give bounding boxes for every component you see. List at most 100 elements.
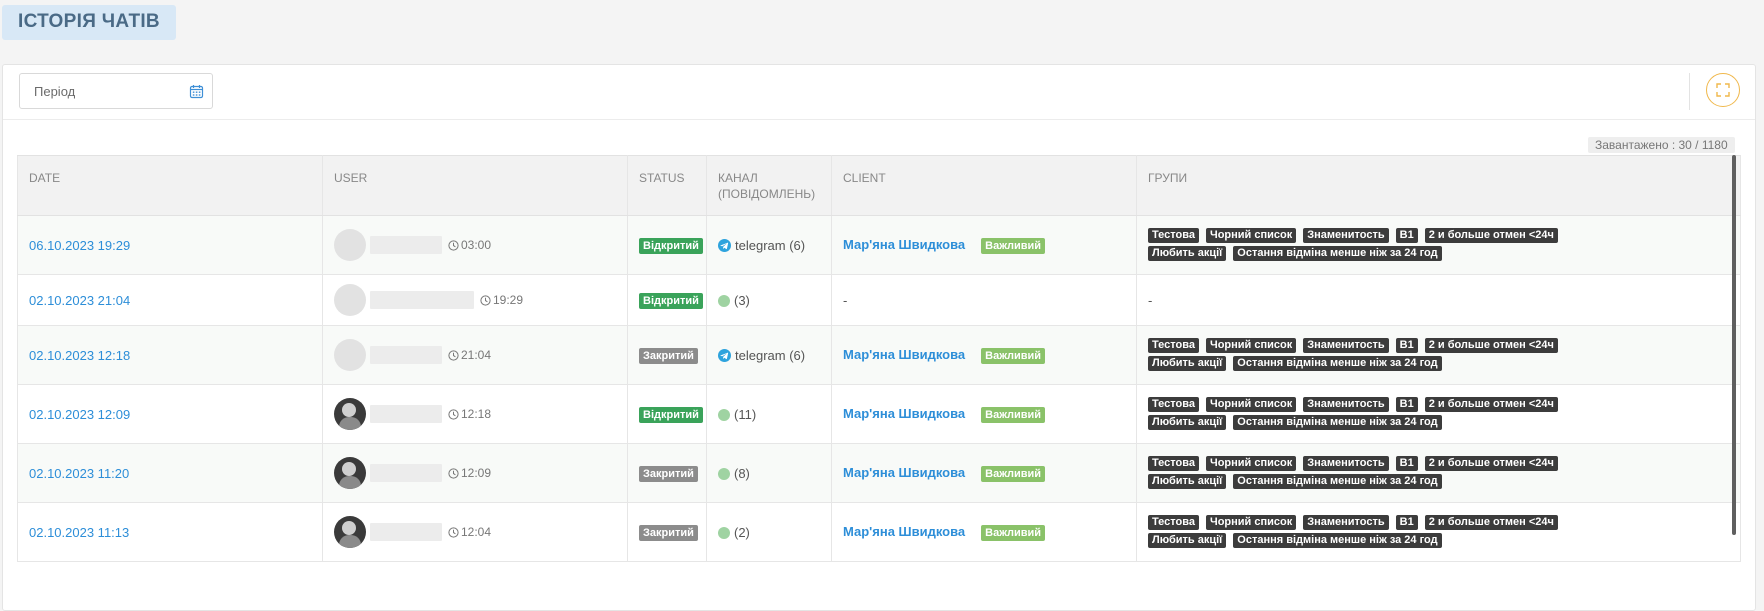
- date-link[interactable]: 02.10.2023 11:13: [29, 525, 129, 540]
- channel-cell: (3): [706, 274, 832, 326]
- group-tag: Остання відміна менше ніж за 24 год: [1233, 415, 1442, 430]
- group-tag: Знаменитость: [1303, 456, 1389, 471]
- group-tag: Знаменитость: [1303, 338, 1389, 353]
- client-tag-badge: Важливий: [981, 347, 1046, 364]
- date-link[interactable]: 02.10.2023 11:20: [29, 466, 129, 481]
- table-row[interactable]: 02.10.2023 21:04 19:29 Відкритий (3) - -: [17, 274, 1741, 326]
- groups-cell: Тестова Чорний список Знаменитость В1 2 и бо…: [1136, 215, 1741, 275]
- client-link[interactable]: Мар'яна Швидкова: [843, 465, 965, 480]
- group-tag: В1: [1395, 397, 1418, 412]
- fullscreen-button[interactable]: [1706, 73, 1740, 107]
- status-cell: Відкритий: [627, 215, 707, 275]
- status-badge: Відкритий: [639, 237, 703, 254]
- client-cell: Мар'яна Швидкова Важливий: [831, 443, 1137, 503]
- table-row[interactable]: 02.10.2023 12:09 12:18 Відкритий (11) Мар'ян…: [17, 384, 1741, 444]
- fullscreen-icon: [1716, 83, 1730, 97]
- duration-text: 21:04: [461, 348, 492, 362]
- group-tag: 2 и больше отмен <24ч: [1424, 515, 1558, 530]
- group-tags: Тестова Чорний список Знаменитость В1 2 и бо…: [1148, 454, 1729, 492]
- col-user[interactable]: USER: [322, 155, 628, 216]
- client-link[interactable]: Мар'яна Швидкова: [843, 237, 965, 252]
- col-channel[interactable]: КАНАЛ (ПОВІДОМЛЕНЬ): [706, 155, 832, 216]
- group-tag: 2 и больше отмен <24ч: [1424, 397, 1558, 412]
- user-cell: 12:09: [322, 443, 628, 503]
- user-cell: 03:00: [322, 215, 628, 275]
- avatar: [334, 398, 366, 430]
- user-name-redacted: [370, 291, 474, 309]
- period-filter[interactable]: [19, 73, 213, 109]
- table-header: DATE USER STATUS КАНАЛ (ПОВІДОМЛЕНЬ) CLI…: [17, 155, 1741, 216]
- channel-text: (2): [734, 525, 750, 541]
- col-client[interactable]: CLIENT: [831, 155, 1137, 216]
- group-tag: Тестова: [1148, 397, 1199, 412]
- user-cell: 21:04: [322, 325, 628, 385]
- client-tag-badge: Важливий: [981, 524, 1046, 541]
- toolbar: [3, 65, 1755, 120]
- group-tag: Тестова: [1148, 515, 1199, 530]
- group-tag: Знаменитость: [1303, 228, 1389, 243]
- groups-cell: Тестова Чорний список Знаменитость В1 2 и бо…: [1136, 325, 1741, 385]
- group-tag: 2 и больше отмен <24ч: [1424, 456, 1558, 471]
- channel-cell: telegram (6): [706, 325, 832, 385]
- avatar: [334, 339, 366, 371]
- loaded-counter: Завантажено : 30 / 1180: [1588, 137, 1735, 153]
- group-tags: Тестова Чорний список Знаменитость В1 2 и бо…: [1148, 513, 1729, 551]
- channel-cell: (2): [706, 502, 832, 562]
- channel-cell: (11): [706, 384, 832, 444]
- channel-cell: telegram (6): [706, 215, 832, 275]
- date-link[interactable]: 02.10.2023 12:18: [29, 348, 130, 363]
- clock-icon: [448, 408, 459, 420]
- avatar: [334, 229, 366, 261]
- group-tag: Любить акції: [1148, 246, 1227, 261]
- groups-cell: Тестова Чорний список Знаменитость В1 2 и бо…: [1136, 502, 1741, 562]
- groups-empty: -: [1148, 292, 1153, 308]
- client-link[interactable]: Мар'яна Швидкова: [843, 347, 965, 362]
- group-tag: 2 и больше отмен <24ч: [1424, 338, 1558, 353]
- group-tag: Любить акції: [1148, 474, 1227, 489]
- date-link[interactable]: 02.10.2023 21:04: [29, 293, 130, 308]
- group-tags: Тестова Чорний список Знаменитость В1 2 и бо…: [1148, 226, 1729, 264]
- client-link[interactable]: Мар'яна Швидкова: [843, 524, 965, 539]
- col-date[interactable]: DATE: [17, 155, 323, 216]
- date-link[interactable]: 06.10.2023 19:29: [29, 238, 130, 253]
- status-cell: Закритий: [627, 443, 707, 503]
- group-tag: Любить акції: [1148, 415, 1227, 430]
- page-title: ІСТОРІЯ ЧАТІВ: [2, 5, 176, 40]
- col-groups[interactable]: ГРУПИ: [1136, 155, 1741, 216]
- group-tag: Чорний список: [1205, 338, 1297, 353]
- group-tag: В1: [1395, 338, 1418, 353]
- channel-cell: (8): [706, 443, 832, 503]
- channel-text: telegram (6): [735, 348, 806, 364]
- period-input[interactable]: [32, 83, 186, 100]
- user-name-redacted: [370, 405, 442, 423]
- client-link[interactable]: Мар'яна Швидкова: [843, 406, 965, 421]
- clock-icon: [480, 294, 491, 306]
- group-tag: В1: [1395, 228, 1418, 243]
- avatar: [334, 516, 366, 548]
- duration-text: 19:29: [493, 293, 524, 307]
- group-tag: Тестова: [1148, 228, 1199, 243]
- status-cell: Закритий: [627, 325, 707, 385]
- telegram-icon: [718, 349, 731, 363]
- date-link[interactable]: 02.10.2023 12:09: [29, 407, 130, 422]
- user-name-redacted: [370, 346, 442, 364]
- user-name-redacted: [370, 236, 442, 254]
- date-cell: 02.10.2023 12:18: [17, 325, 323, 385]
- user-cell: 12:18: [322, 384, 628, 444]
- col-status[interactable]: STATUS: [627, 155, 707, 216]
- date-cell: 02.10.2023 11:20: [17, 443, 323, 503]
- client-cell: Мар'яна Швидкова Важливий: [831, 502, 1137, 562]
- table-scrollbar[interactable]: [1732, 155, 1736, 535]
- date-cell: 02.10.2023 12:09: [17, 384, 323, 444]
- duration-text: 12:18: [461, 407, 492, 421]
- table-row[interactable]: 02.10.2023 11:13 12:04 Закритий (2) Мар'яна …: [17, 502, 1741, 562]
- clock-icon: [448, 467, 459, 479]
- table-row[interactable]: 02.10.2023 11:20 12:09 Закритий (8) Мар'яна …: [17, 443, 1741, 503]
- client-cell: Мар'яна Швидкова Важливий: [831, 215, 1137, 275]
- calendar-icon[interactable]: [189, 84, 204, 99]
- table-row[interactable]: 06.10.2023 19:29 03:00 Відкритий telegram (…: [17, 215, 1741, 275]
- status-cell: Відкритий: [627, 384, 707, 444]
- date-cell: 02.10.2023 21:04: [17, 274, 323, 326]
- table-row[interactable]: 02.10.2023 12:18 21:04 Закритий telegram (6…: [17, 325, 1741, 385]
- channel-text: (3): [734, 293, 750, 309]
